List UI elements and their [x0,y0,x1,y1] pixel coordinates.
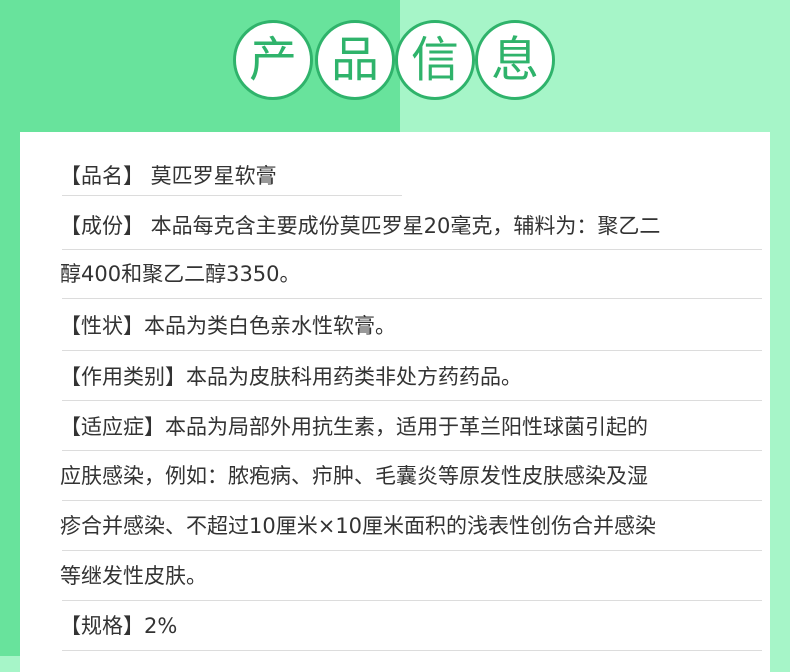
separator [62,195,402,196]
title-char: 息 [490,32,539,88]
indication-line-1: 【适应症】本品为局部外用抗生素，适用于革兰阳性球菌引起的 [60,415,648,439]
appearance-line: 【性状】本品为类白色亲水性软膏。 [60,314,396,338]
title-circle-4: 息 [475,20,555,100]
title-circle-3: 信 [395,20,475,100]
indication-line-3: 疹合并感染、不超过10厘米×10厘米面积的浅表性创伤合并感染 [60,514,657,538]
product-name-line: 【品名】 莫匹罗星软膏 [60,164,277,188]
indication-line-2: 应肤感染，例如：脓疱病、疖肿、毛囊炎等原发性皮肤感染及湿 [60,464,648,488]
separator [62,650,762,651]
separator [62,249,762,250]
section-title: 产 品 信 息 [0,0,790,132]
title-char: 品 [330,32,379,88]
product-info-card: 【品名】 莫匹罗星软膏 【成份】 本品每克含主要成份莫匹罗星20毫克，辅料为：聚… [20,132,770,672]
indication-line-4: 等继发性皮肤。 [60,564,207,588]
specification-line: 【规格】2% [60,614,178,638]
separator [62,600,762,601]
separator [62,400,762,401]
separator [62,450,762,451]
title-circle-1: 产 [233,20,313,100]
category-line: 【作用类别】本品为皮肤科用药类非处方药药品。 [60,365,522,389]
separator [62,298,762,299]
separator [62,550,762,551]
separator [62,500,762,501]
separator [62,350,762,351]
composition-line-2: 醇400和聚乙二醇3350。 [60,262,301,286]
composition-line-1: 【成份】 本品每克含主要成份莫匹罗星20毫克，辅料为：聚乙二 [60,214,661,238]
title-char: 产 [248,32,297,88]
title-char: 信 [410,32,459,88]
title-circle-2: 品 [315,20,395,100]
